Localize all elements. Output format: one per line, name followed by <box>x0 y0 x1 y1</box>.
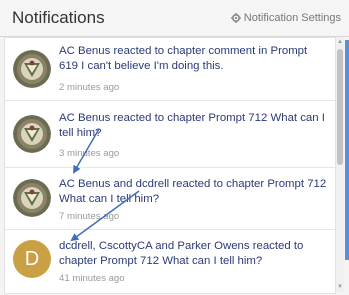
notifications-panel: Notifications Notification Settings AC B… <box>0 0 349 295</box>
notification-time: 3 minutes ago <box>59 148 120 159</box>
notification-settings-label: Notification Settings <box>243 12 341 24</box>
notification-text: AC Benus reacted to chapter comment in P… <box>59 45 308 72</box>
scrollbar[interactable]: ▲ ▼ <box>336 37 344 292</box>
notification-text: AC Benus and dcdrell reacted to chapter … <box>59 178 327 205</box>
scroll-down-icon[interactable]: ▼ <box>337 284 343 290</box>
panel-title: Notifications <box>12 8 105 27</box>
user-avatar: D <box>13 240 51 278</box>
window-edge-bar <box>345 40 349 260</box>
gear-icon <box>230 13 241 23</box>
avatar-letter: D <box>24 247 40 270</box>
notification-item[interactable]: AC Benus and dcdrell reacted to chapter … <box>5 167 335 230</box>
user-avatar <box>13 50 51 88</box>
notification-time: 7 minutes ago <box>59 211 120 222</box>
notification-settings-link[interactable]: Notification Settings <box>230 12 341 24</box>
notification-time: 2 minutes ago <box>59 82 120 93</box>
notifications-header: Notifications Notification Settings <box>0 0 349 37</box>
notification-text: AC Benus reacted to chapter Prompt 712 W… <box>59 112 325 139</box>
notification-time: 41 minutes ago <box>59 273 125 284</box>
notification-text: dcdrell, CscottyCA and Parker Owens reac… <box>59 240 304 267</box>
notification-list[interactable]: AC Benus reacted to chapter comment in P… <box>4 37 336 294</box>
scroll-up-icon[interactable]: ▲ <box>337 39 343 45</box>
notification-item[interactable]: AC Benus reacted to chapter comment in P… <box>5 38 335 101</box>
user-avatar <box>13 115 51 153</box>
notification-item[interactable]: D dcdrell, CscottyCA and Parker Owens re… <box>5 229 335 293</box>
user-avatar <box>13 179 51 217</box>
scrollbar-thumb[interactable] <box>337 49 343 165</box>
notification-item[interactable]: AC Benus reacted to chapter Prompt 712 W… <box>5 100 335 168</box>
